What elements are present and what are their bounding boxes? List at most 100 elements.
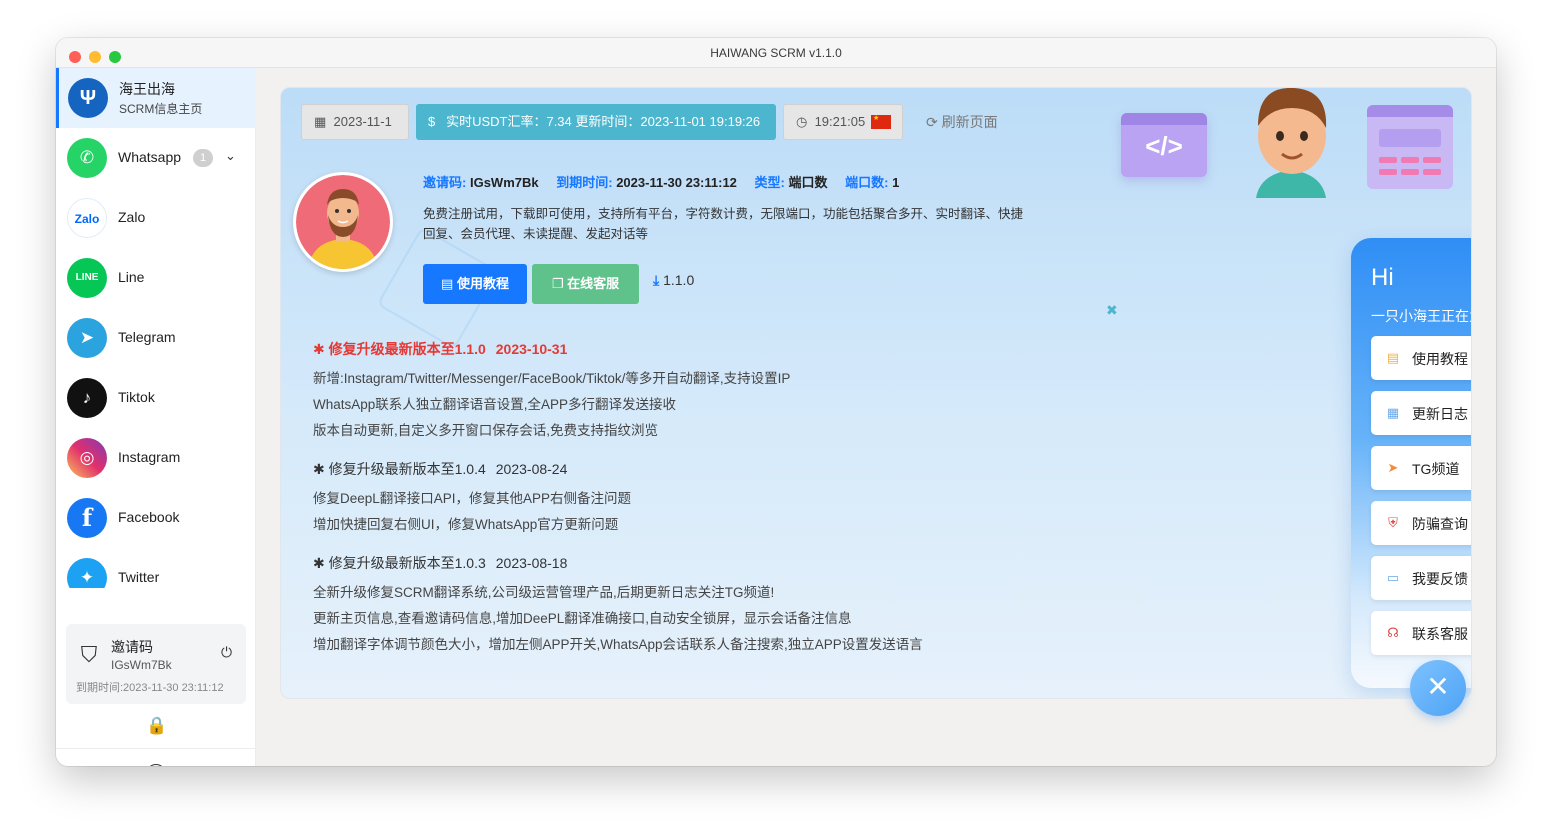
toolbar: ▦ 2023-11-1 $ 实时USDT汇率：7.34 更新时间：2023-11… bbox=[301, 104, 1041, 142]
sidebar-item-label: Facebook bbox=[118, 509, 180, 525]
chat-bubble-icon: ❐ bbox=[551, 276, 564, 291]
sidebar-item-label: Telegram bbox=[118, 329, 176, 345]
assistant-panel: Hi 一只小海王正在为您服务 × ▤ 使用教程 ▦ 更新日志 ➤ TG频道 ⛨ … bbox=[1351, 238, 1471, 688]
ports-value: 1 bbox=[892, 175, 900, 190]
sidebar-item-telegram[interactable]: ➤ Telegram bbox=[56, 308, 256, 368]
sidebar-item-zalo[interactable]: Zalo Zalo bbox=[56, 188, 256, 248]
assistant-subtitle: 一只小海王正在为您服务 bbox=[1371, 308, 1471, 324]
refresh-button[interactable]: ⟳ 刷新页面 bbox=[926, 104, 998, 140]
invite-code-label: 邀请码: bbox=[423, 175, 467, 190]
assistant-greeting: Hi bbox=[1371, 264, 1394, 291]
sidebar-item-instagram[interactable]: ◎ Instagram bbox=[56, 428, 256, 488]
changelog-line: 增加快捷回复右侧UI，修复WhatsApp官方更新问题 bbox=[313, 517, 619, 532]
type-value: 端口数 bbox=[788, 175, 828, 190]
download-version: 1.1.0 bbox=[663, 272, 695, 288]
chevron-down-icon[interactable]: ⌄ bbox=[225, 148, 236, 164]
tiktok-icon: ♪ bbox=[67, 378, 107, 418]
assistant-item-tutorial[interactable]: ▤ 使用教程 bbox=[1371, 336, 1471, 380]
assistant-item-anti-fraud[interactable]: ⛨ 防骗查询 bbox=[1371, 501, 1471, 545]
expiry-value: 2023-11-30 23:11:12 bbox=[616, 175, 737, 190]
invite-title: 邀请码 bbox=[111, 639, 153, 655]
window-title: HAIWANG SCRM v1.1.0 bbox=[710, 46, 842, 60]
sidebar-nav: ✆ Whatsapp 1 ⌄ Zalo Zalo LINE Line ➤ Tel… bbox=[56, 128, 256, 588]
whatsapp-icon: ✆ bbox=[67, 138, 107, 178]
usdt-rate-display[interactable]: $ 实时USDT汇率：7.34 更新时间：2023-11-01 19:19:26 bbox=[416, 104, 776, 140]
changelog-heading: ✱ 修复升级最新版本至1.0.4 2023-08-24 bbox=[313, 458, 1093, 486]
line-icon: LINE bbox=[67, 258, 107, 298]
invite-code: IGsWm7Bk bbox=[111, 658, 172, 672]
document-icon: ▤ bbox=[441, 276, 454, 291]
assistant-item-label: 防骗查询 bbox=[1412, 516, 1468, 532]
changelog: ✱ 修复升级最新版本至1.1.0 2023-10-31 新增:Instagram/… bbox=[313, 338, 1093, 658]
log-icon: ▦ bbox=[1386, 405, 1400, 420]
changelog-heading: ✱ 修复升级最新版本至1.0.3 2023-08-18 bbox=[313, 552, 1093, 580]
shield-icon: ⛉ bbox=[80, 642, 98, 667]
tutorial-button[interactable]: ▤ 使用教程 bbox=[423, 264, 527, 304]
code-glyph: </> bbox=[1145, 131, 1183, 161]
refresh-icon: ⟳ bbox=[926, 114, 938, 130]
brand-title: 海王出海 bbox=[119, 81, 175, 97]
instagram-icon: ◎ bbox=[67, 438, 107, 478]
code-window-illustration-icon: </> bbox=[1121, 113, 1207, 177]
document-icon: ▤ bbox=[1386, 350, 1400, 365]
sidebar-item-label: Line bbox=[118, 269, 145, 285]
sidebar-divider bbox=[56, 748, 256, 749]
changelog-date: 2023-08-18 bbox=[495, 555, 568, 571]
sidebar-item-whatsapp[interactable]: ✆ Whatsapp 1 ⌄ bbox=[56, 128, 256, 188]
facebook-icon: f bbox=[67, 498, 107, 538]
sidebar-item-label: Instagram bbox=[118, 449, 181, 465]
sidebar-item-home[interactable]: Ψ 海王出海 SCRM信息主页 bbox=[56, 68, 256, 128]
headset-icon: ☊ bbox=[1387, 625, 1399, 640]
brand-subtitle: SCRM信息主页 bbox=[119, 102, 203, 116]
clock-display[interactable]: ◷ 19:21:05 ★ bbox=[783, 104, 903, 140]
sparkle-icon: ✖ bbox=[1106, 302, 1118, 318]
assistant-item-tg-channel[interactable]: ➤ TG频道 bbox=[1371, 446, 1471, 490]
assistant-item-feedback[interactable]: ▭ 我要反馈 bbox=[1371, 556, 1471, 600]
lock-icon[interactable]: 🔒 bbox=[146, 716, 167, 736]
assistant-item-label: 我要反馈 bbox=[1412, 571, 1468, 587]
changelog-line: 版本自动更新,自定义多开窗口保存会话,免费支持指纹浏览 bbox=[313, 423, 659, 438]
download-link[interactable]: ⤓ 1.1.0 bbox=[653, 272, 694, 289]
assistant-item-label: 使用教程 bbox=[1412, 351, 1468, 367]
sidebar-item-twitter[interactable]: ✦ Twitter bbox=[56, 548, 256, 588]
assistant-item-changelog[interactable]: ▦ 更新日志 bbox=[1371, 391, 1471, 435]
avatar-illustration-icon bbox=[296, 175, 390, 269]
power-icon[interactable]: ⏻ bbox=[221, 644, 237, 660]
collapse-sidebar-icon[interactable]: ‹ bbox=[146, 764, 166, 766]
assistant-item-contact-support[interactable]: ☊ 联系客服 bbox=[1371, 611, 1471, 655]
sidebar-item-label: Tiktok bbox=[118, 389, 155, 405]
cartoon-boy-illustration-icon bbox=[1236, 88, 1346, 198]
changelog-date: 2023-08-24 bbox=[495, 461, 568, 477]
shield-icon: ⛨ bbox=[1388, 515, 1398, 530]
date-display[interactable]: ▦ 2023-11-1 bbox=[301, 104, 409, 140]
changelog-title: ✱ 修复升级最新版本至1.1.0 bbox=[313, 341, 486, 357]
time-text: 19:21:05 bbox=[814, 114, 866, 129]
assistant-toggle-button[interactable]: ✕ bbox=[1410, 660, 1466, 716]
changelog-line: 更新主页信息,查看邀请码信息,增加DeePL翻译准确接口,自动安全锁屏，显示会话… bbox=[313, 611, 852, 626]
sidebar-item-label: Twitter bbox=[118, 569, 160, 585]
sidebar: Ψ 海王出海 SCRM信息主页 ✆ Whatsapp 1 ⌄ Zalo Zalo… bbox=[56, 68, 256, 766]
sidebar-item-line[interactable]: LINE Line bbox=[56, 248, 256, 308]
zalo-icon: Zalo bbox=[67, 198, 107, 238]
sidebar-item-facebook[interactable]: f Facebook bbox=[56, 488, 256, 548]
ports-label: 端口数: bbox=[845, 175, 889, 190]
sidebar-item-tiktok[interactable]: ♪ Tiktok bbox=[56, 368, 256, 428]
date-text: 2023-11-1 bbox=[333, 114, 392, 129]
changelog-line: 修复DeepL翻译接口API，修复其他APP右侧备注问题 bbox=[313, 491, 632, 506]
paper-plane-icon: ➤ bbox=[1387, 460, 1399, 475]
unread-badge: 1 bbox=[193, 149, 213, 167]
assistant-item-label: 联系客服 bbox=[1412, 626, 1468, 642]
changelog-line: 增加翻译字体调节颜色大小，增加左侧APP开关,WhatsApp会话联系人备注搜索… bbox=[313, 637, 923, 652]
clock-icon: ◷ bbox=[796, 114, 808, 129]
title-bar: HAIWANG SCRM v1.1.0 bbox=[56, 38, 1496, 68]
assistant-item-label: TG频道 bbox=[1412, 461, 1460, 477]
changelog-date: 2023-10-31 bbox=[495, 341, 568, 357]
product-description: 免费注册试用，下载即可使用，支持所有平台，字符数计费，无限端口，功能包括聚合多开… bbox=[423, 207, 1024, 241]
online-support-button[interactable]: ❐ 在线客服 bbox=[532, 264, 639, 304]
invite-code-value: IGsWm7Bk bbox=[469, 175, 539, 190]
download-icon: ⤓ bbox=[653, 272, 660, 288]
sidebar-item-label: Whatsapp bbox=[118, 149, 182, 165]
twitter-icon: ✦ bbox=[67, 558, 107, 588]
app-window: HAIWANG SCRM v1.1.0 Ψ 海王出海 SCRM信息主页 ✆ Wh… bbox=[56, 38, 1496, 766]
main-panel: ▦ 2023-11-1 $ 实时USDT汇率：7.34 更新时间：2023-11… bbox=[280, 87, 1472, 699]
